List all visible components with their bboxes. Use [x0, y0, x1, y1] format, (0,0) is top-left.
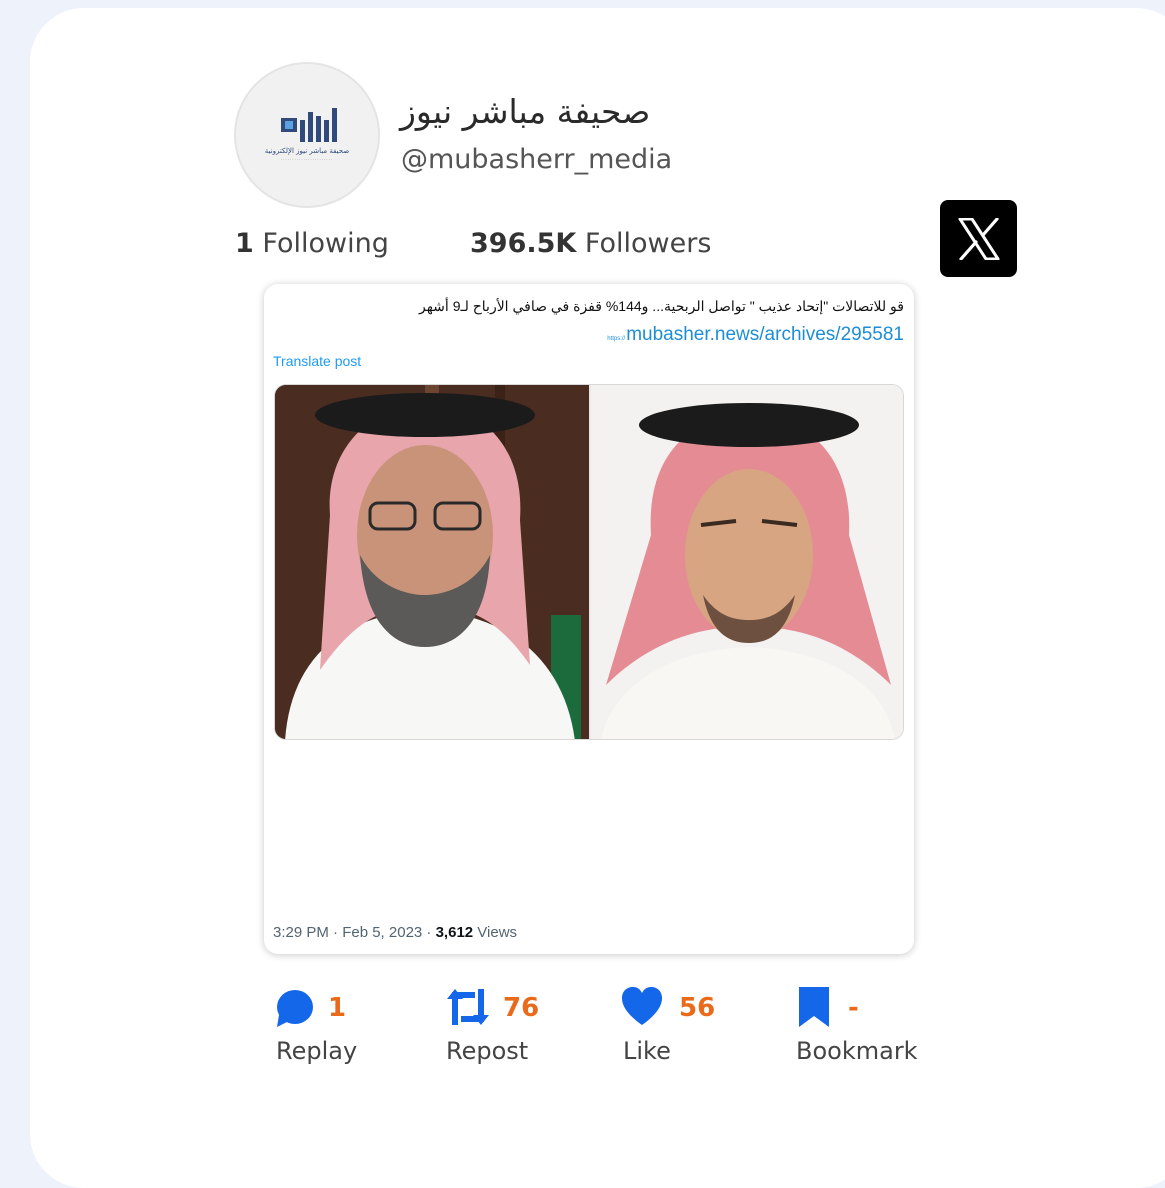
- followers-count: 396.5K: [470, 228, 577, 259]
- repost-icon: [446, 985, 490, 1033]
- bookmark-label: Bookmark: [796, 1037, 918, 1065]
- user-handle[interactable]: @mubasherr_media: [401, 144, 672, 175]
- views-count: 3,612: [435, 924, 474, 941]
- link-protocol: https://: [607, 336, 626, 342]
- followers-label: Followers: [584, 228, 712, 259]
- views-label: Views: [473, 924, 518, 941]
- bookmark-icon: [798, 985, 830, 1033]
- avatar-sub-text: صحيفة مباشر نيوز الإلكترونية: [264, 147, 350, 155]
- following-label: Following: [262, 228, 389, 259]
- tweet-text: قو للاتصالات "إتحاد عذيب " تواصل الربحية…: [419, 298, 904, 314]
- like-count: 56: [679, 993, 716, 1023]
- translate-post-link[interactable]: Translate post: [273, 353, 361, 369]
- reply-count: 1: [328, 993, 347, 1023]
- tweet-photo-right[interactable]: [591, 385, 903, 739]
- comment-bubble-icon: [275, 985, 315, 1033]
- avatar-decoration: ·······················: [280, 157, 334, 162]
- followers-stat[interactable]: 396.5K Followers: [470, 228, 711, 259]
- tweet-photo-left[interactable]: [275, 385, 591, 739]
- avatar[interactable]: صحيفة مباشر نيوز الإلكترونية ···········…: [234, 62, 380, 208]
- tweet-timestamp[interactable]: 3:29 PM · Feb 5, 2023 · 3,612 Views: [273, 924, 517, 941]
- tweet-link[interactable]: https://mubasher.news/archives/295581: [607, 324, 904, 346]
- tweet-images[interactable]: [274, 384, 904, 740]
- bookmark-count: -: [848, 993, 859, 1023]
- following-stat[interactable]: 1 Following: [235, 228, 470, 259]
- logo-mark-icon: [277, 108, 337, 142]
- repost-label: Repost: [446, 1037, 529, 1065]
- link-url: mubasher.news/archives/295581: [626, 324, 904, 345]
- x-logo-icon[interactable]: [940, 200, 1017, 277]
- like-label: Like: [623, 1037, 671, 1065]
- embedded-tweet[interactable]: قو للاتصالات "إتحاد عذيب " تواصل الربحية…: [264, 284, 914, 954]
- heart-icon: [621, 985, 663, 1033]
- tweet-time: 3:29 PM · Feb 5, 2023 ·: [273, 924, 436, 941]
- repost-count: 76: [503, 993, 540, 1023]
- display-name[interactable]: صحيفة مباشر نيوز: [400, 92, 650, 131]
- following-count: 1: [235, 228, 254, 259]
- profile-stats: 1 Following 396.5K Followers: [235, 228, 711, 259]
- reply-label: Replay: [276, 1037, 358, 1065]
